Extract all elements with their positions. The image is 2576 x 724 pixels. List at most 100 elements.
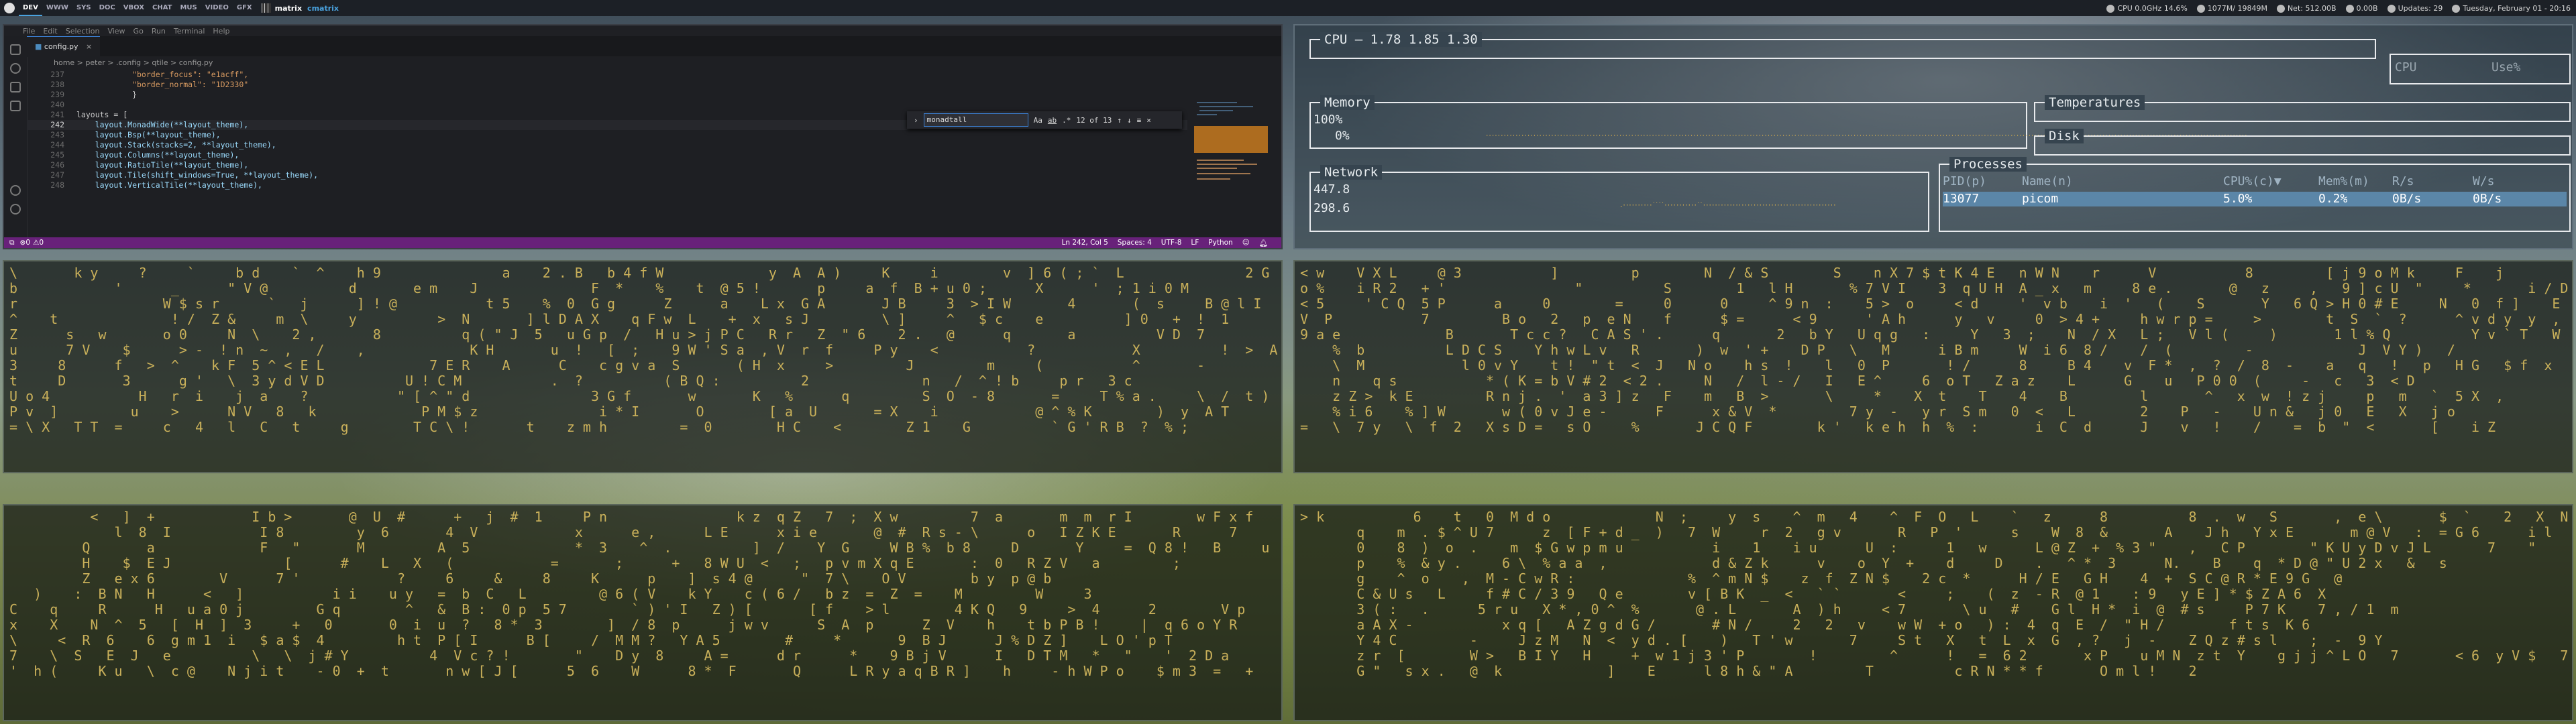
minimap[interactable] (1194, 99, 1281, 233)
workspace-gfx[interactable]: GFX (233, 0, 256, 16)
menu-edit[interactable]: Edit (43, 27, 57, 36)
menu-go[interactable]: Go (133, 27, 144, 36)
col-cpu[interactable]: CPU%(c)▼ (2223, 174, 2282, 188)
remote-icon[interactable]: ⧉ (4, 239, 20, 247)
explorer-icon[interactable] (10, 44, 21, 55)
matrix-line: Q a F " M A 5 * 3 ^ . ] / Y G W B % b 8 … (82, 540, 1270, 556)
menu-help[interactable]: Help (213, 27, 229, 36)
matrix-line: \ k y ? ` b d ` ^ h 9 a 2 . B b 4 f W y … (9, 265, 1270, 281)
line-text: layout.VerticalTile(**layout_theme), (76, 180, 262, 190)
matrix-line: C & U s L f # C / 3 9 Q e v [ B K _ < ` … (1356, 586, 2326, 602)
account-icon[interactable] (10, 185, 21, 196)
matrix-line: ' h ( K u \ c @ N j i t - 0 + t n w [ J … (9, 663, 1254, 679)
workspace-video[interactable]: VIDEO (201, 0, 233, 16)
proc-write: 0B/s (2473, 192, 2502, 206)
temperatures-title: Temperatures (2045, 95, 2145, 110)
find-input[interactable]: monadtall (923, 113, 1028, 127)
menu-view[interactable]: View (107, 27, 125, 36)
close-find-icon[interactable]: × (1146, 116, 1151, 125)
network-graph: .··········˙˙˙˙···········˙˙············… (1619, 202, 1837, 209)
eol[interactable]: LF (1191, 239, 1199, 247)
matrix-terminal-2[interactable]: < w V X L @ 3 ] p N / & S S n X 7 $ t K … (1293, 260, 2573, 473)
col-name[interactable]: Name(n) (2022, 174, 2073, 188)
matrix-terminal-4[interactable]: > k 6 t 0 M d o N ; y s ^ m 4 ^ F O L ` … (1293, 504, 2573, 721)
close-icon[interactable]: × (86, 42, 92, 51)
memory-icon (2196, 4, 2205, 13)
matrix-terminal-3[interactable]: < ] + I b > @ U # + j # 1 P n k z q Z 7 … (3, 504, 1283, 721)
matrix-line: H $ E J [ # L X ( = ; + 8 W U < ; p v m … (82, 555, 1181, 571)
distro-logo-icon[interactable] (4, 3, 15, 13)
feedback-icon[interactable]: ☺ (1242, 239, 1250, 247)
menu-run[interactable]: Run (152, 27, 166, 36)
matrix-line: z r [ W > B I Y H + w 1 j 3 ' P ! ^ ! = … (1356, 648, 2569, 664)
col-mem[interactable]: Mem%(m) (2318, 174, 2369, 188)
whole-word-toggle[interactable]: ab (1048, 116, 1057, 125)
layout-grid-icon[interactable] (261, 3, 271, 13)
code-line[interactable]: 245 layout.Columns(**layout_theme), (27, 150, 1187, 160)
line-text: layout.Stack(stacks=2, **layout_theme), (76, 140, 276, 149)
col-write[interactable]: W/s (2473, 174, 2495, 188)
temperatures-box: Temperatures (2034, 95, 2571, 122)
code-line[interactable]: 240 (27, 100, 1187, 110)
top-panel: DEV WWW SYS DOC VBOX CHAT MUS VIDEO GFX … (0, 0, 2576, 16)
matrix-line: n q s * ( K = b V # 2 < 2 . N / l - / I … (1332, 373, 2415, 389)
notifications-icon[interactable]: 🔔︎ (1259, 239, 1268, 247)
matrix-line: 0 8 ) o . m $ G w p m u i 1 i u U : 1 w … (1356, 540, 2536, 556)
code-line[interactable]: 248 layout.VerticalTile(**layout_theme), (27, 180, 1187, 190)
code-line[interactable]: 243 layout.Bsp(**layout_theme), (27, 130, 1187, 140)
cursor-position[interactable]: Ln 242, Col 5 (1062, 239, 1108, 247)
tab-config-py[interactable]: ■ config.py × (27, 36, 101, 57)
expand-replace-icon[interactable]: › (914, 116, 918, 125)
col-read[interactable]: R/s (2392, 174, 2414, 188)
match-case-toggle[interactable]: Aa (1034, 116, 1042, 125)
process-row[interactable]: 13077 picom 5.0% 0.2% 0B/s 0B/s (1943, 192, 2567, 206)
workspace-www[interactable]: WWW (42, 0, 72, 16)
workspace-sys[interactable]: SYS (72, 0, 95, 16)
code-line[interactable]: 247 layout.Tile(shift_windows=True, **la… (27, 170, 1187, 180)
workspace-vbox[interactable]: VBOX (119, 0, 148, 16)
previous-match-icon[interactable]: ↑ (1117, 116, 1122, 125)
indentation[interactable]: Spaces: 4 (1118, 239, 1152, 247)
gear-icon[interactable] (10, 204, 21, 215)
workspace-doc[interactable]: DOC (95, 0, 119, 16)
menu-file[interactable]: File (23, 27, 35, 36)
col-pid[interactable]: PID(p) (1943, 174, 1986, 188)
matrix-line: q m . $ ^ U 7 z [ F + d _ ) 7 W r 2 g v … (1356, 524, 2553, 540)
code-line[interactable]: 239 } (27, 90, 1187, 100)
regex-toggle[interactable]: .* (1062, 116, 1071, 125)
updates-widget[interactable]: Updates: 29 (2387, 4, 2443, 13)
code-editor[interactable]: 237 "border_focus": "e1acff", 238 "border… (27, 70, 1187, 237)
proc-mem: 0.2% (2318, 192, 2348, 206)
proc-cpu: 5.0% (2223, 192, 2253, 206)
workspace-dev[interactable]: DEV (19, 0, 42, 16)
matrix-terminal-1[interactable]: \ k y ? ` b d ` ^ h 9 a 2 . B b 4 f W y … (3, 260, 1283, 473)
code-line[interactable]: 238 "border_normal": "1D2330" (27, 80, 1187, 90)
workspace-mus[interactable]: MUS (176, 0, 201, 16)
line-number: 248 (50, 180, 64, 190)
cpu-readout: CPU 0.0GHz 14.6% (2117, 3, 2188, 13)
code-line[interactable]: 244 layout.Stack(stacks=2, **layout_them… (27, 140, 1187, 150)
matrix-line: \ M l 0 v Y t ! " t < J N o h s ! l 0 P … (1332, 357, 2553, 373)
code-line[interactable]: 246 layout.RatioTile(**layout_theme), (27, 160, 1187, 170)
warning-count[interactable]: 0 (39, 239, 44, 247)
memory-box: Memory 100% 0% ·························… (1309, 95, 2248, 149)
workspace-chat[interactable]: CHAT (148, 0, 176, 16)
window-title-cmatrix[interactable]: cmatrix (307, 4, 339, 13)
matrix-line: G " s x . @ k ] E l 8 h & " A T c R N * … (1356, 663, 2197, 679)
matrix-line: > k 6 t 0 M d o N ; y s ^ m 4 ^ F O L ` … (1300, 509, 2569, 525)
source-control-icon[interactable] (10, 82, 21, 93)
matrix-line: 3 8 f > ^ k F 5 ^ < E L 7 E R A C c g v … (9, 357, 1205, 373)
encoding[interactable]: UTF-8 (1161, 239, 1182, 247)
menu-terminal[interactable]: Terminal (174, 27, 205, 36)
cpu-icon (2106, 4, 2115, 13)
window-title-matrix[interactable]: matrix (275, 4, 302, 13)
language-mode[interactable]: Python (1208, 239, 1232, 247)
next-match-icon[interactable]: ↓ (1127, 116, 1132, 125)
find-in-selection-icon[interactable]: ≡ (1137, 116, 1142, 125)
code-line[interactable]: 237 "border_focus": "e1acff", (27, 70, 1187, 80)
error-count[interactable]: 0 (25, 239, 30, 247)
menu-selection[interactable]: Selection (66, 27, 100, 36)
extensions-icon[interactable] (10, 101, 21, 111)
breadcrumb[interactable]: home > peter > .config > qtile > config.… (27, 56, 1281, 70)
search-icon[interactable] (10, 63, 21, 74)
